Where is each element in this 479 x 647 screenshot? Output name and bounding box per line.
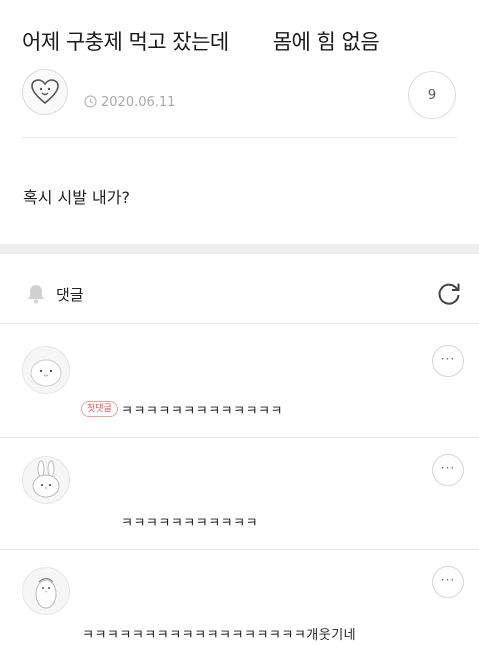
comment-more-button[interactable]: ··· [432, 566, 464, 598]
clock-icon [84, 95, 97, 108]
more-icon: ··· [440, 572, 456, 587]
author-avatar[interactable] [22, 69, 68, 115]
section-separator [0, 244, 479, 254]
comment-avatar[interactable] [22, 346, 70, 394]
penguin-character-icon [35, 577, 57, 609]
post-title-part2: 몸에 힘 없음 [272, 30, 380, 54]
comments-header-divider [0, 323, 479, 324]
more-icon: ··· [440, 460, 456, 475]
heart-face-icon [31, 79, 59, 105]
header-divider [22, 137, 457, 138]
post-date-text: 2020.06.11 [101, 95, 176, 110]
comment-text: ㅋㅋㅋㅋㅋㅋㅋㅋㅋㅋㅋㅋㅋ [121, 404, 283, 419]
comment-text: ㅋㅋㅋㅋㅋㅋㅋㅋㅋㅋㅋㅋㅋㅋㅋㅋㅋㅋ개웃기네 [82, 628, 357, 643]
comment-count-button[interactable]: 9 [408, 71, 456, 119]
bell-icon [28, 285, 44, 304]
rabbit-character-icon [32, 460, 60, 498]
comment-more-button[interactable]: ··· [432, 345, 464, 377]
comment-divider [0, 549, 479, 550]
more-icon: ··· [440, 351, 456, 366]
blob-character-icon [30, 359, 62, 387]
post-title-part1: 어제 구충제 먹고 잤는데 [22, 30, 229, 54]
post-date: 2020.06.11 [84, 95, 175, 110]
comments-label: 댓글 [56, 286, 84, 304]
comment-more-button[interactable]: ··· [432, 454, 464, 486]
post-title: 어제 구충제 먹고 잤는데 몸에 힘 없음 [22, 26, 380, 56]
refresh-icon[interactable] [435, 280, 463, 308]
post-body: 혹시 시발 내가? [23, 188, 130, 207]
comment-divider [0, 437, 479, 438]
comment-text: ㅋㅋㅋㅋㅋㅋㅋㅋㅋㅋㅋ [121, 516, 259, 531]
comments-header: 댓글 [22, 280, 462, 308]
comment-count: 9 [427, 87, 437, 103]
first-comment-badge: 첫댓글 [81, 401, 118, 417]
comment-avatar[interactable] [22, 567, 70, 615]
comment-avatar[interactable] [22, 456, 70, 504]
